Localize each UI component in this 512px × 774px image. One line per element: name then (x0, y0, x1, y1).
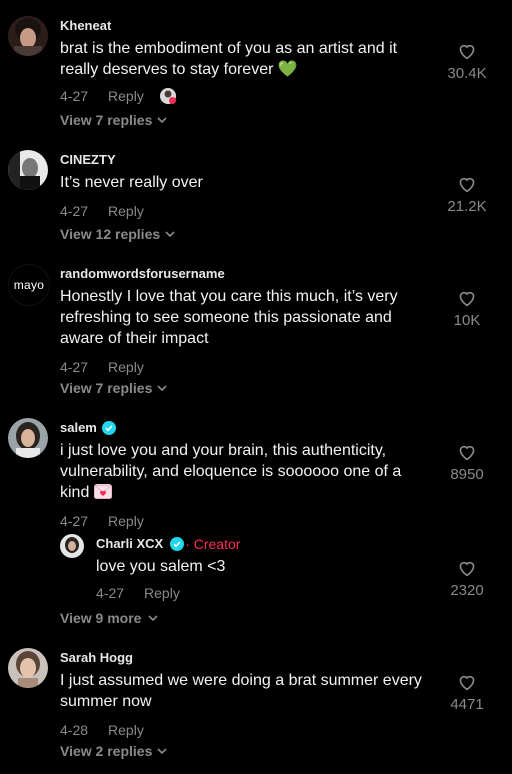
chevron-down-icon (157, 385, 167, 392)
verified-icon (170, 537, 185, 551)
view-replies-button[interactable]: View 7 replies (60, 112, 168, 128)
like-button[interactable]: 2320 (432, 559, 502, 599)
view-more-button[interactable]: View 9 more (60, 610, 159, 626)
comment-username[interactable]: Kheneat (60, 18, 430, 34)
reply-button[interactable]: Reply (108, 512, 144, 530)
comment-text: brat is the embodiment of you as an arti… (60, 40, 398, 78)
comment-username[interactable]: salem (60, 420, 430, 436)
creator-badge: · Creator (185, 536, 241, 552)
view-replies-button[interactable]: View 2 replies (60, 743, 168, 759)
reply-button[interactable]: Reply (108, 202, 144, 220)
like-count: 10K (453, 312, 481, 329)
comment-username[interactable]: CINEZTY (60, 152, 430, 168)
heart-icon (459, 44, 475, 60)
like-button[interactable]: 10K (432, 289, 502, 329)
chevron-down-icon (157, 748, 167, 755)
comment-username[interactable]: randomwordsforusername (60, 266, 420, 282)
heart-icon (459, 445, 475, 461)
avatar[interactable] (8, 150, 48, 190)
comment-username[interactable]: Sarah Hogg (60, 650, 440, 666)
comment-text: love you salem <3 (96, 558, 226, 575)
verified-icon (101, 421, 116, 435)
comment-text: I just assumed we were doing a brat summ… (60, 672, 422, 710)
comment-date: 4-27 (60, 203, 89, 219)
comment-text: i just love you and your brain, this aut… (60, 442, 402, 501)
like-count: 30.4K (447, 65, 487, 82)
like-count: 4471 (450, 696, 484, 713)
avatar[interactable] (60, 534, 84, 558)
comment-text: It’s never really over (60, 174, 203, 191)
chevron-down-icon (157, 117, 167, 124)
like-count: 21.2K (447, 198, 487, 215)
love-letter-emoji-icon (93, 484, 112, 499)
like-button[interactable]: 30.4K (432, 42, 502, 82)
like-button[interactable]: 8950 (432, 443, 502, 483)
avatar-text: mayo (13, 278, 45, 292)
comment-date: 4-27 (60, 359, 89, 375)
heart-icon (459, 561, 475, 577)
like-button[interactable]: 4471 (432, 673, 502, 713)
avatar[interactable]: mayo (8, 264, 50, 306)
chevron-down-icon (165, 231, 175, 238)
chevron-down-icon (148, 615, 159, 622)
comment-text: Honestly I love that you care this much,… (60, 288, 398, 347)
like-count: 8950 (450, 466, 484, 483)
comment-date: 4-27 (60, 88, 89, 104)
reply-button[interactable]: Reply (108, 87, 144, 105)
reply-button[interactable]: Reply (108, 721, 144, 739)
heart-icon (459, 675, 475, 691)
heart-icon (459, 291, 475, 307)
like-button[interactable]: 21.2K (432, 175, 502, 215)
comment-username[interactable]: Charli XCX · Creator (96, 536, 396, 552)
comment-date: 4-27 (60, 513, 89, 529)
comment-date: 4-28 (60, 722, 89, 738)
avatar[interactable] (8, 418, 48, 458)
heart-icon (459, 177, 475, 193)
creator-liked-avatar (159, 88, 176, 104)
reply-button[interactable]: Reply (108, 358, 144, 376)
avatar[interactable] (8, 16, 48, 56)
view-replies-button[interactable]: View 7 replies (60, 380, 168, 396)
view-replies-button[interactable]: View 12 replies (60, 226, 176, 242)
like-count: 2320 (450, 582, 484, 599)
reply-button[interactable]: Reply (144, 584, 180, 602)
avatar[interactable] (8, 648, 48, 688)
comment-date: 4-27 (96, 585, 125, 601)
